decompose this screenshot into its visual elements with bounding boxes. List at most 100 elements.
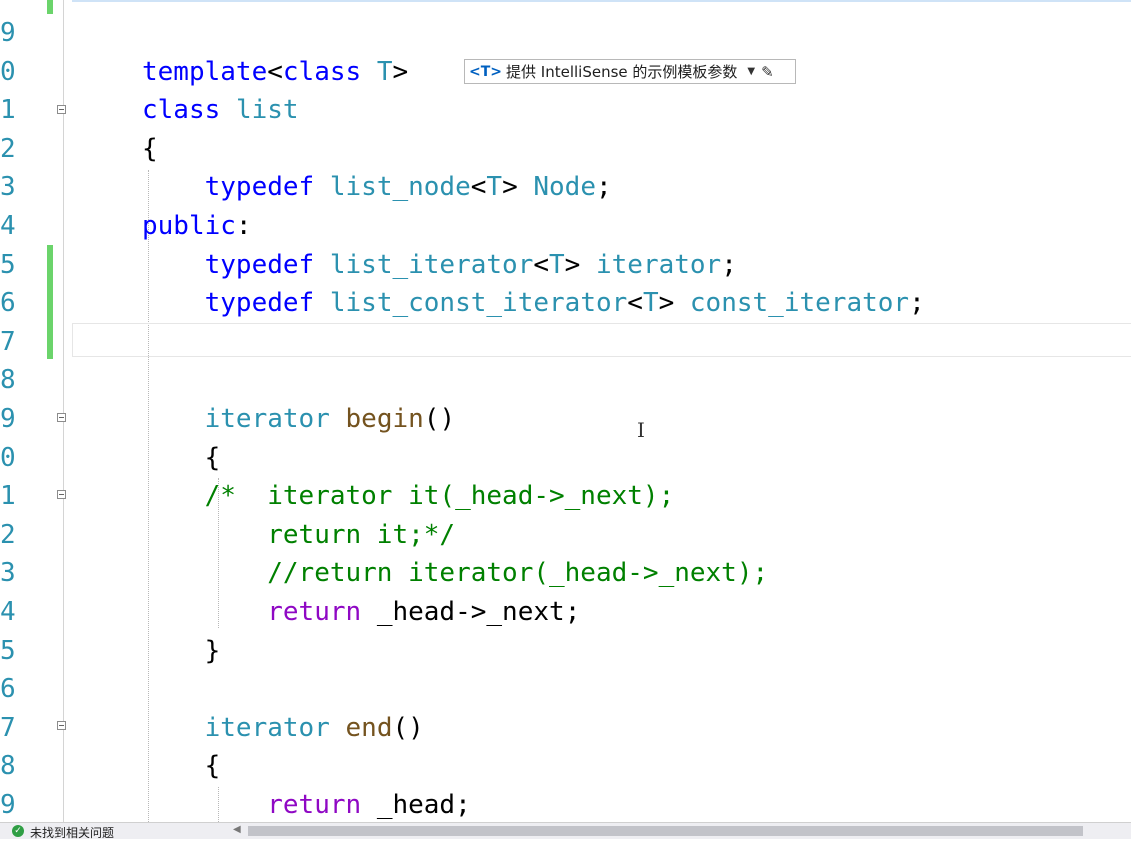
template-badge: <T>	[469, 63, 503, 80]
code-token: ->	[455, 597, 487, 627]
line-number: 3	[0, 172, 16, 203]
code-token: //return iterator(_head->_next);	[267, 558, 769, 589]
horizontal-scrollbar-thumb[interactable]	[248, 826, 1083, 836]
current-line-highlight	[72, 323, 1131, 357]
line-number: 7	[0, 326, 16, 357]
code-token: T	[486, 172, 503, 203]
code-token: ;	[721, 249, 737, 280]
code-token: /* iterator it(_head->_next);	[204, 481, 675, 512]
code-line[interactable]: class list	[142, 95, 299, 125]
code-token: _head	[376, 790, 456, 820]
line-number: 2	[0, 519, 16, 550]
top-border	[72, 0, 1131, 2]
template-argument-hint[interactable]: <T> 提供 IntelliSense 的示例模板参数 ▼ ✎	[464, 59, 796, 84]
code-editor[interactable]: 901234567890123456789 template<class T> c…	[0, 0, 1131, 822]
hint-text: 提供 IntelliSense 的示例模板参数	[506, 63, 738, 81]
code-token: list_node	[329, 172, 471, 203]
code-line[interactable]: {	[142, 443, 221, 473]
gutter-divider	[63, 0, 64, 822]
code-token: _next	[486, 597, 565, 627]
line-number: 7	[0, 712, 16, 743]
fold-toggle-class[interactable]	[57, 105, 66, 114]
code-line[interactable]: return _head;	[142, 790, 471, 820]
status-message: 未找到相关问题	[30, 826, 115, 840]
code-line[interactable]: //return iterator(_head->_next);	[142, 558, 768, 588]
pencil-icon[interactable]: ✎	[761, 63, 774, 81]
line-number: 0	[0, 442, 16, 473]
code-token: return it;*/	[267, 519, 456, 550]
code-line[interactable]: }	[142, 635, 221, 666]
chevron-down-icon[interactable]: ▼	[747, 66, 755, 77]
code-token: list	[235, 95, 299, 126]
code-line[interactable]: public:	[142, 211, 252, 241]
code-token: list_const_iterator	[329, 288, 628, 319]
code-token: iterator	[595, 249, 722, 280]
line-number: 8	[0, 365, 16, 396]
ibeam-cursor-icon: I	[637, 418, 645, 442]
code-token: }	[142, 635, 221, 666]
code-token: {	[142, 133, 158, 164]
fold-toggle-comment[interactable]	[57, 490, 66, 499]
code-line[interactable]: typedef list_const_iterator<T> const_ite…	[142, 288, 925, 318]
line-number: 6	[0, 674, 16, 705]
line-number: 8	[0, 751, 16, 782]
check-circle-icon: ✓	[12, 825, 24, 837]
line-number: 1	[0, 95, 16, 126]
code-line[interactable]: typedef list_iterator<T> iterator;	[142, 250, 737, 280]
code-token: {	[142, 751, 221, 782]
code-token: T	[642, 288, 659, 319]
code-token: ()	[423, 404, 456, 434]
code-token: ;	[909, 288, 925, 319]
line-number: 3	[0, 558, 16, 589]
scroll-left-icon[interactable]: ◀	[233, 824, 241, 835]
line-number: 1	[0, 481, 16, 512]
code-line[interactable]: typedef list_node<T> Node;	[142, 172, 612, 202]
line-number: 6	[0, 288, 16, 319]
code-line[interactable]: iterator end()	[142, 713, 424, 743]
line-number: 5	[0, 635, 16, 666]
code-token: iterator	[204, 712, 330, 743]
code-token: list_iterator	[329, 249, 534, 280]
code-line[interactable]: {	[142, 134, 158, 164]
code-line[interactable]: return it;*/	[142, 520, 455, 550]
code-line[interactable]: return _head->_next;	[142, 597, 580, 627]
code-line[interactable]: {	[142, 751, 221, 782]
line-number: 9	[0, 404, 16, 434]
code-token: typedef	[204, 172, 315, 203]
fold-toggle-end[interactable]	[57, 721, 66, 730]
line-number: 4	[0, 211, 16, 241]
code-token: return	[267, 790, 362, 820]
code-token: Node	[533, 172, 596, 203]
code-token: class	[282, 56, 362, 87]
code-token: T	[376, 56, 393, 87]
change-marker	[47, 0, 53, 14]
code-line[interactable]: iterator begin()	[142, 404, 455, 434]
code-token: >	[658, 288, 690, 319]
code-token: >	[392, 56, 409, 87]
line-number: 9	[0, 18, 16, 48]
code-token: template	[142, 56, 268, 87]
fold-toggle-begin[interactable]	[57, 413, 66, 422]
code-token: <	[470, 172, 487, 203]
code-token: ;	[455, 790, 471, 820]
line-number: 0	[0, 56, 16, 87]
code-line[interactable]: /* iterator it(_head->_next);	[142, 481, 675, 512]
code-line[interactable]: template<class T>	[142, 57, 408, 87]
code-token: :	[235, 211, 252, 241]
code-token: typedef	[204, 288, 315, 319]
code-token: <	[533, 249, 550, 280]
code-token: ;	[596, 172, 612, 203]
code-token: end	[345, 712, 393, 743]
code-token: ()	[392, 712, 424, 743]
